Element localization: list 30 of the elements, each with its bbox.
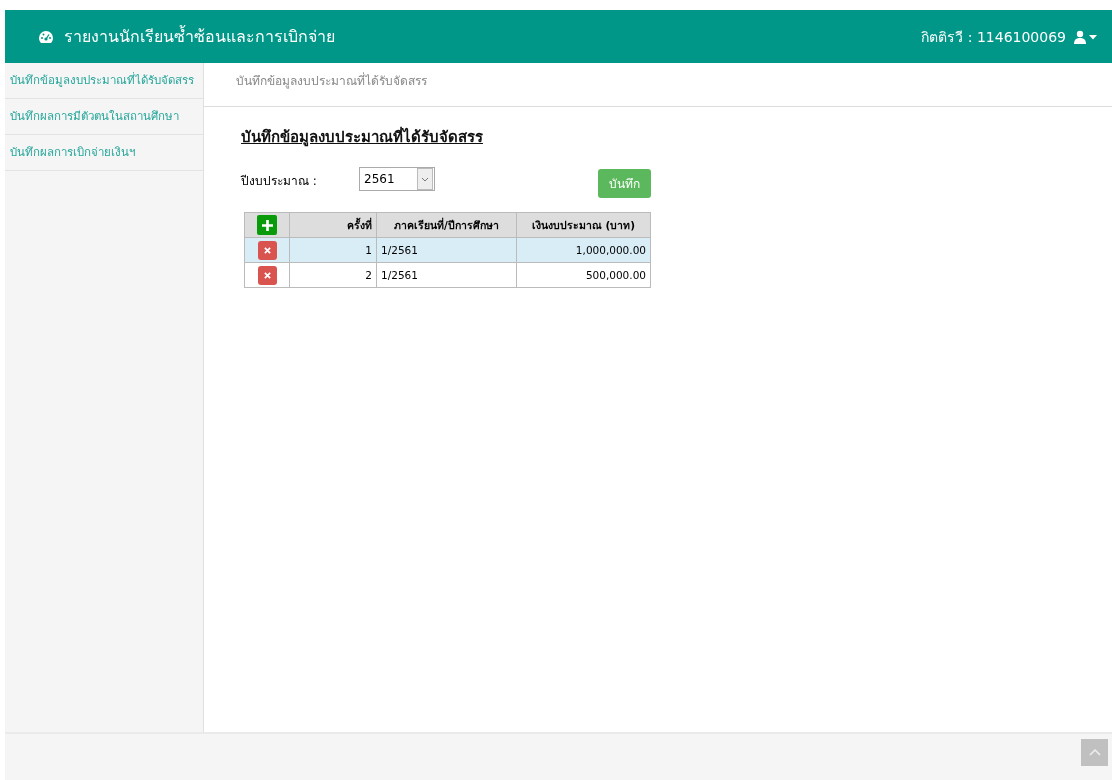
chevron-down-icon bbox=[421, 176, 429, 182]
delete-row-button[interactable] bbox=[257, 265, 277, 285]
plus-icon bbox=[261, 219, 273, 231]
user-caret-icon bbox=[1074, 29, 1098, 44]
table-cell: 1/2561 bbox=[376, 262, 517, 288]
chevron-up-icon bbox=[1088, 749, 1101, 756]
user-menu-button[interactable] bbox=[1074, 29, 1098, 44]
page-heading: บันทึกข้อมูลงบประมาณที่ได้รับจัดสรร bbox=[241, 125, 484, 149]
dashboard-icon bbox=[38, 29, 54, 44]
sidebar-item[interactable]: บันทึกผลการมีตัวตนในสถานศึกษา bbox=[5, 99, 203, 135]
add-row-button[interactable] bbox=[257, 215, 277, 235]
table-cell: 500,000.00 bbox=[516, 262, 651, 288]
close-icon bbox=[263, 271, 271, 279]
sidebar-item[interactable]: บันทึกข้อมูลงบประมาณที่ได้รับจัดสรร bbox=[5, 63, 203, 99]
user-name: กิตติรวี : 1146100069 bbox=[921, 27, 1066, 47]
year-dropdown[interactable]: 2561 bbox=[359, 167, 435, 191]
table-cell: 1/2561 bbox=[376, 237, 517, 263]
year-label: ปีงบประมาณ : bbox=[241, 173, 318, 190]
close-icon bbox=[263, 246, 271, 254]
table-cell: 1,000,000.00 bbox=[516, 237, 651, 263]
table-cell: 2 bbox=[289, 262, 377, 288]
breadcrumb: บันทึกข้อมูลงบประมาณที่ได้รับจัดสรร bbox=[236, 74, 427, 88]
delete-row-button[interactable] bbox=[257, 240, 277, 260]
save-button[interactable]: บันทึก bbox=[598, 169, 651, 198]
column-header: เงินงบประมาณ (บาท) bbox=[516, 212, 651, 238]
app-title: รายงานนักเรียนซ้ำซ้อนและการเบิกจ่าย bbox=[64, 24, 335, 48]
column-header: ครั้งที่ bbox=[289, 212, 377, 238]
column-header: ภาคเรียนที่/ปีการศึกษา bbox=[376, 212, 517, 238]
table-cell: 1 bbox=[289, 237, 377, 263]
sidebar-item[interactable]: บันทึกผลการเบิกจ่ายเงินฯ bbox=[5, 135, 203, 171]
